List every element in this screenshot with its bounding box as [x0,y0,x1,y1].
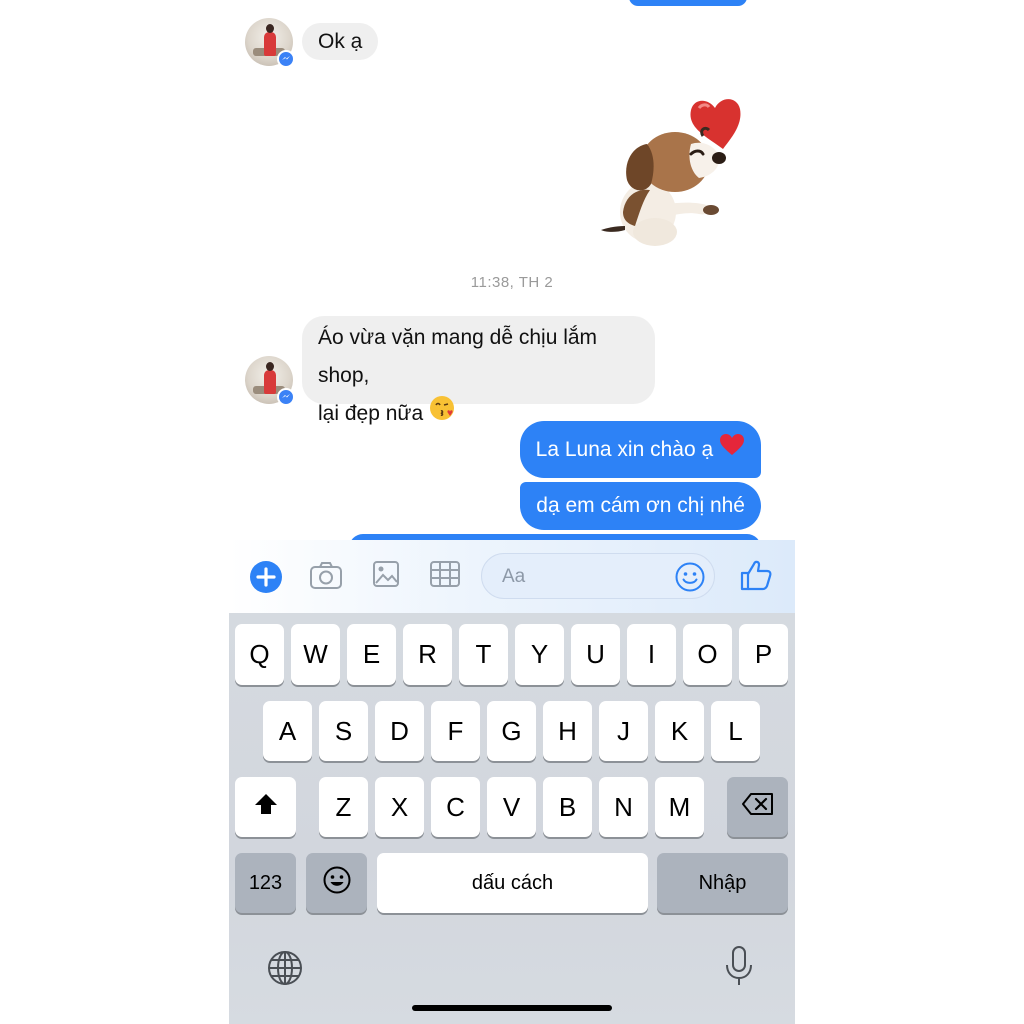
backspace-key[interactable] [727,777,788,837]
key-q[interactable]: Q [235,624,284,685]
key-p[interactable]: P [739,624,788,685]
space-key[interactable]: dấu cách [377,853,648,913]
plus-icon[interactable] [249,560,283,599]
thumbs-up-icon[interactable] [739,558,773,597]
messenger-badge-icon [277,50,295,68]
home-indicator[interactable] [412,1005,612,1011]
emoji-icon[interactable] [674,561,706,598]
message-input[interactable]: Aa [481,553,715,599]
keyboard: Q W E R T Y U I O P A S D F G H J K L Z … [229,613,795,1024]
globe-icon[interactable] [266,949,304,992]
key-b[interactable]: B [543,777,592,837]
dog-heart-sticker[interactable] [595,92,755,254]
key-k[interactable]: K [655,701,704,761]
red-heart-emoji-icon [719,422,745,479]
contact-avatar[interactable] [245,18,295,68]
key-t[interactable]: T [459,624,508,685]
key-o[interactable]: O [683,624,732,685]
key-v[interactable]: V [487,777,536,837]
key-z[interactable]: Z [319,777,368,837]
kissing-face-emoji-icon [429,395,455,434]
message-text: La Luna xin chào ạ [535,438,714,461]
key-c[interactable]: C [431,777,480,837]
return-key[interactable]: Nhập [657,853,788,913]
image-icon[interactable] [372,559,400,594]
key-d[interactable]: D [375,701,424,761]
key-m[interactable]: M [655,777,704,837]
messenger-badge-icon [277,388,295,406]
message-line: Áo vừa vặn mang dễ chịu lắm shop, [318,326,598,387]
key-y[interactable]: Y [515,624,564,685]
key-e[interactable]: E [347,624,396,685]
key-f[interactable]: F [431,701,480,761]
emoji-key[interactable] [306,853,367,913]
camera-icon[interactable] [309,559,343,596]
emoji-key-icon [322,865,352,902]
key-j[interactable]: J [599,701,648,761]
outgoing-message[interactable]: dạ em cám ơn chị nhé [520,482,761,530]
incoming-message[interactable]: Áo vừa vặn mang dễ chịu lắm shop, lại đẹ… [302,316,655,425]
key-h[interactable]: H [543,701,592,761]
input-placeholder: Aa [502,566,526,587]
numbers-key[interactable]: 123 [235,853,296,913]
key-s[interactable]: S [319,701,368,761]
backspace-icon [741,792,775,823]
key-n[interactable]: N [599,777,648,837]
messenger-screen: Ok ạ 11:38, TH 2 Áo vừa vặn mang dễ chịu… [229,0,795,1024]
key-x[interactable]: X [375,777,424,837]
key-a[interactable]: A [263,701,312,761]
key-g[interactable]: G [487,701,536,761]
grid-icon[interactable] [429,559,461,594]
shift-key[interactable] [235,777,296,837]
timestamp: 11:38, TH 2 [470,274,554,291]
message-composer: Aa [229,540,795,613]
outgoing-message[interactable]: La Luna xin chào ạ [519,421,761,479]
key-l[interactable]: L [711,701,760,761]
key-i[interactable]: I [627,624,676,685]
previous-outgoing-bubble[interactable] [629,0,747,6]
shift-icon [253,792,279,823]
key-r[interactable]: R [403,624,452,685]
contact-avatar[interactable] [245,356,295,406]
microphone-icon[interactable] [724,945,754,992]
key-w[interactable]: W [291,624,340,685]
incoming-message[interactable]: Ok ạ [302,23,379,60]
key-u[interactable]: U [571,624,620,685]
message-text: lại đẹp nữa [318,402,424,426]
